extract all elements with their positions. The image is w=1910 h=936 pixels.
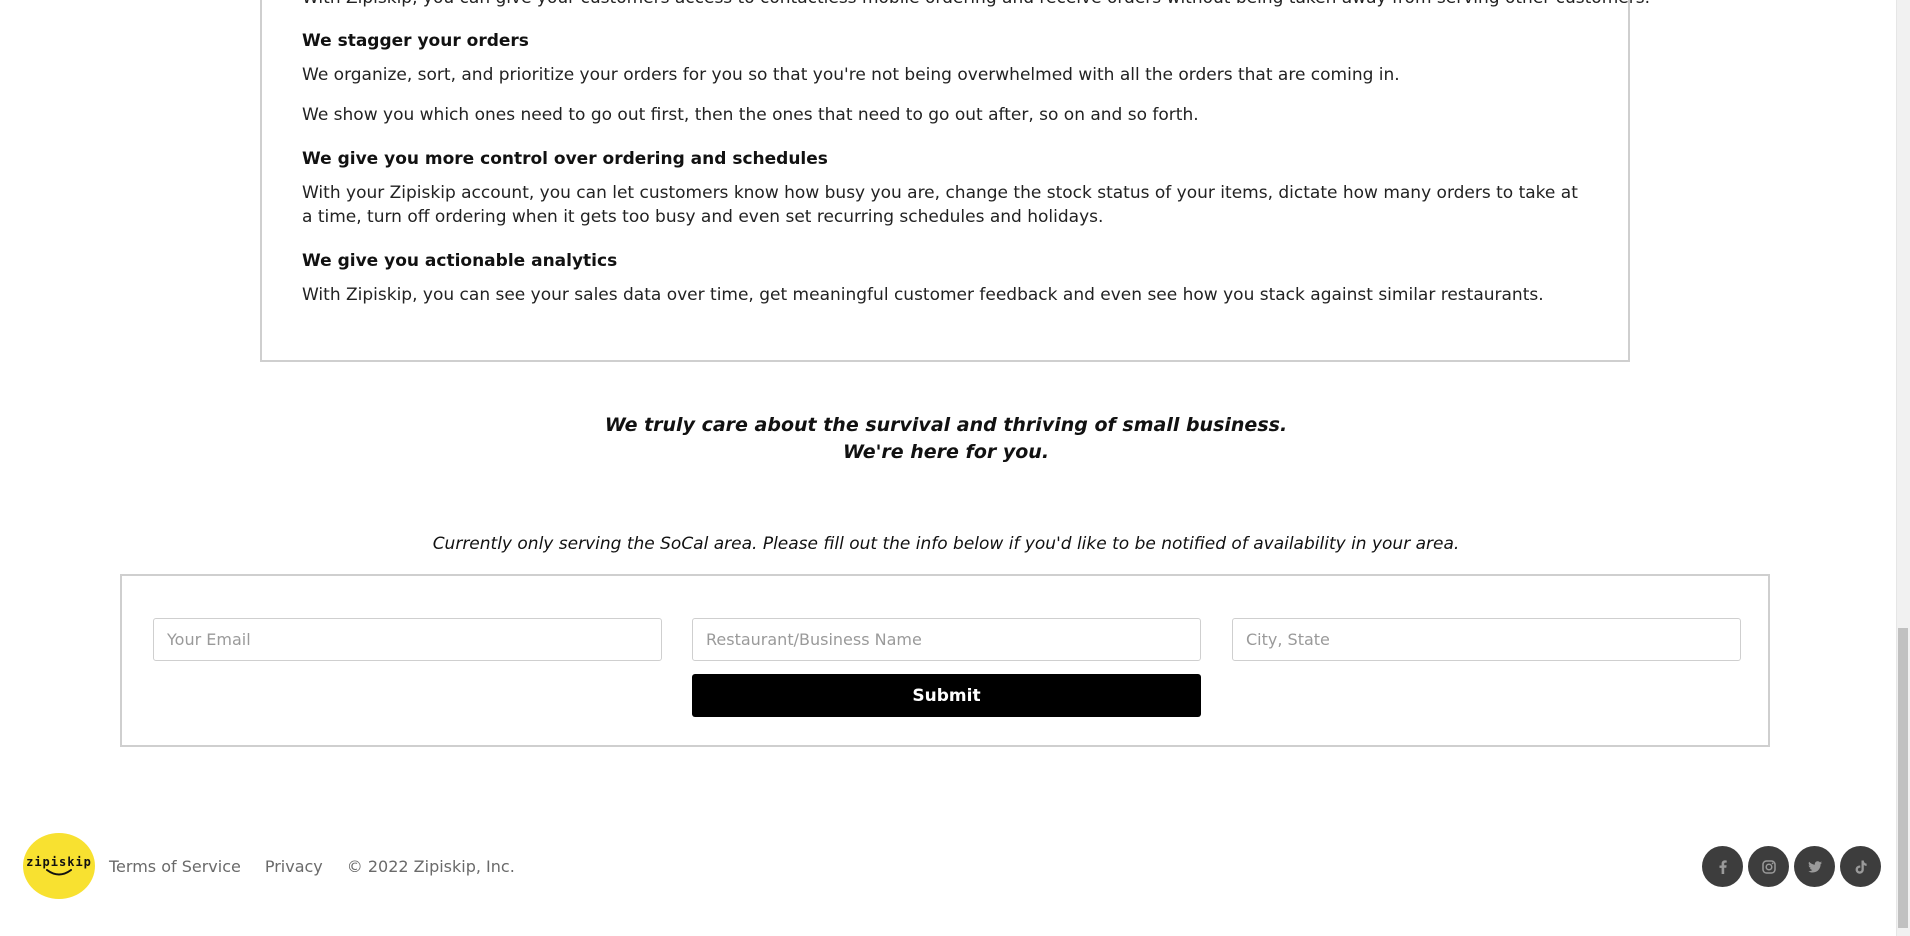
facebook-button[interactable]: [1702, 846, 1743, 887]
twitter-button[interactable]: [1794, 846, 1835, 887]
tiktok-icon: [1855, 860, 1867, 874]
scrollbar-thumb[interactable]: [1898, 628, 1908, 928]
instagram-button[interactable]: [1748, 846, 1789, 887]
copyright-text: © 2022 Zipiskip, Inc.: [346, 856, 515, 876]
feature-analytics: We give you actionable analytics With Zi…: [302, 249, 1592, 307]
email-field[interactable]: [153, 618, 662, 661]
tagline: We truly care about the survival and thr…: [0, 412, 1892, 466]
feature-heading: We give you more control over ordering a…: [302, 149, 828, 169]
page-scrollbar[interactable]: [1896, 0, 1910, 936]
feature-control-ordering: We give you more control over ordering a…: [302, 147, 1592, 229]
business-name-field[interactable]: [692, 618, 1201, 661]
feature-stagger-orders: We stagger your orders We organize, sort…: [302, 29, 1592, 127]
twitter-icon: [1807, 860, 1822, 872]
feature-cut-text: With Zipiskip, you can give your custome…: [302, 0, 1650, 10]
feature-heading: We give you actionable analytics: [302, 251, 618, 271]
notify-signup-form: Submit: [120, 574, 1770, 747]
privacy-link[interactable]: Privacy: [265, 857, 323, 876]
zipiskip-logo[interactable]: zipiskip: [23, 833, 95, 899]
submit-button[interactable]: Submit: [692, 674, 1201, 717]
footer-links: Terms of Service Privacy © 2022 Zipiskip…: [109, 855, 515, 877]
feature-text: With Zipiskip, you can see your sales da…: [302, 285, 1544, 305]
smile-icon: [46, 868, 72, 875]
city-state-field[interactable]: [1232, 618, 1741, 661]
feature-text: With your Zipiskip account, you can let …: [302, 183, 1578, 227]
logo-text: zipiskip: [26, 854, 92, 869]
facebook-icon: [1719, 859, 1727, 874]
tagline-line-2: We're here for you.: [842, 441, 1050, 463]
feature-text: We organize, sort, and prioritize your o…: [302, 65, 1400, 85]
availability-notice: Currently only serving the SoCal area. P…: [432, 534, 1460, 554]
terms-of-service-link[interactable]: Terms of Service: [109, 857, 241, 876]
tagline-line-1: We truly care about the survival and thr…: [604, 414, 1288, 436]
instagram-icon: [1761, 859, 1776, 874]
feature-text: We show you which ones need to go out fi…: [302, 105, 1199, 125]
tiktok-button[interactable]: [1840, 846, 1881, 887]
feature-heading: We stagger your orders: [302, 31, 529, 51]
